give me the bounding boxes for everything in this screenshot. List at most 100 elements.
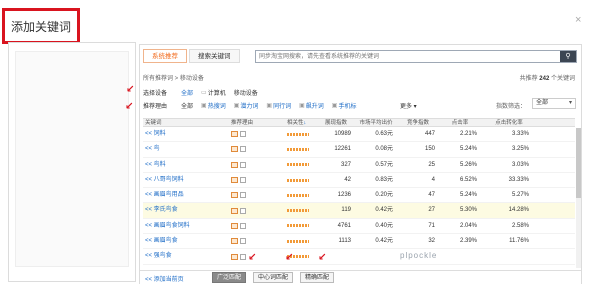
relevance-bar [287,224,309,228]
scrollbar-thumb[interactable] [576,128,581,198]
keyword-recommend-panel: 系统推荐 搜索关键词 ⚲ 所有推荐词 > 移动设备 共推荐 242 个关键词 选… [139,44,582,284]
keyword-cell[interactable]: << 画眉鸟食饲料 [143,219,231,233]
table-row[interactable]: << 饲料 10989 0.63元 447 2.21% 3.33% [143,127,575,143]
keyword-cell[interactable]: << 强鸟食 [143,249,231,263]
ctr-cell: 2.39% [459,238,477,245]
reason-option-peer[interactable]: 同行词 [273,101,291,110]
pv-index-cell: 1113 [338,238,351,245]
reason-option-all[interactable]: 全部 [181,101,193,110]
hot-badge-icon [231,207,238,214]
search-input[interactable] [256,51,560,62]
checkbox-icon[interactable]: ▣ [234,102,240,109]
avg-bid-cell: 0.83元 [375,176,393,183]
checkbox-icon[interactable]: ▣ [299,102,305,109]
reason-option-potential[interactable]: 潜力词 [240,101,258,110]
table-row[interactable]: << 画眉鸟用品 1236 0.20元 47 5.24% 5.27% [143,188,575,204]
relevance-bar [287,178,309,182]
broad-match-button[interactable]: 广泛匹配 [212,272,247,283]
annotation-arrow: ↙ [126,84,135,95]
index-filter-select[interactable]: 全部 ▾ [532,98,576,109]
device-option-mobile[interactable]: 移动设备 [234,88,258,97]
keyword-cell[interactable]: << 八哥鸟饲料 [143,173,231,187]
mobile-icon [240,238,246,245]
cvr-cell: 2.58% [511,222,529,229]
total-count: 共推荐 242 个关键词 [520,73,575,82]
relevance-bar [287,132,309,136]
table-row[interactable]: << 鸟料 327 0.57元 25 5.26% 3.03% [143,158,575,173]
ctr-cell: 5.30% [459,207,477,214]
table-scrollbar[interactable] [576,128,581,268]
ctr-cell: 5.24% [459,146,477,153]
table-header: 关键词 推荐理由 相关性 ↓ 展现指数 市场平均出价 竞争指数 点击率 点击转化率 [143,118,575,127]
table-row[interactable]: << 强鸟食 [143,249,575,265]
table-row[interactable]: << 八哥鸟饲料 42 0.83元 4 6.52% 33.33% [143,173,575,189]
device-option-all[interactable]: 全部 [181,88,193,97]
total-suffix: 个关键词 [550,76,575,82]
ctr-cell: 6.52% [459,176,477,183]
device-filter: 选择设备 全部 ▭ 计算机 移动设备 [143,88,266,97]
checkbox-icon[interactable]: ▣ [201,102,207,109]
avg-bid-cell: 0.42元 [375,207,393,214]
avg-bid-cell: 0.57元 [375,161,393,168]
table-row[interactable]: << 画眉鸟食饲料 4761 0.40元 71 2.04% 2.58% [143,219,575,235]
table-row[interactable]: << 画眉鸟食 1113 0.42元 32 2.39% 11.76% [143,234,575,250]
col-ctr[interactable]: 点击率 [439,119,481,126]
keyword-cell[interactable]: << 李氏鸟食 [143,203,231,217]
cvr-cell [481,249,537,263]
exact-match-button[interactable]: 精确匹配 [300,272,335,283]
search-icon[interactable]: ⚲ [560,51,576,62]
index-filter-label: 指数筛选： [496,104,527,110]
mobile-icon [240,177,246,184]
competition-cell: 47 [428,192,435,199]
col-pv-index[interactable]: 展现指数 [317,119,355,126]
keyword-cell[interactable]: << 饲料 [143,127,231,141]
hot-badge-icon [231,222,238,229]
table-footer: << 添加当前页 广泛匹配 中心词匹配 精确匹配 [140,270,581,284]
mobile-icon [240,192,246,199]
competition-cell: 25 [428,161,435,168]
keyword-cell[interactable]: << 画眉鸟食 [143,234,231,248]
checkbox-icon[interactable]: ▣ [332,102,338,109]
keyword-cell[interactable]: << 画眉鸟用品 [143,188,231,202]
table-row[interactable]: << 鸟 12261 0.08元 150 5.24% 3.25% [143,142,575,158]
col-cvr[interactable]: 点击转化率 [481,119,537,126]
tab-system-recommend[interactable]: 系统推荐 [143,49,187,63]
watermark: plpockle [400,251,438,260]
device-option-pc[interactable]: 计算机 [208,88,226,97]
checkbox-icon[interactable]: ▣ [266,102,272,109]
reason-option-mobile[interactable]: 手机标 [338,101,356,110]
annotation-arrow: ↙ [318,252,327,263]
add-current-page-link[interactable]: << 添加当前页 [145,274,184,283]
reason-cell [231,142,287,156]
keyword-search-box: ⚲ [255,50,577,63]
reason-option-rising[interactable]: 飙升词 [306,101,324,110]
annotation-arrow: ↙ [248,252,257,263]
relevance-bar [287,239,309,243]
relevance-bar [287,193,309,197]
col-relevance-label: 相关性 [287,119,304,126]
selected-keywords-panel [8,42,136,282]
relevance-cell [287,203,317,217]
tab-search-keyword[interactable]: 搜索关键词 [189,49,240,63]
relevance-bar [287,209,309,213]
cvr-cell: 3.25% [511,146,529,153]
more-filters-button[interactable]: 更多 ▾ [400,101,417,110]
keyword-cell[interactable]: << 鸟 [143,142,231,156]
reason-cell [231,158,287,172]
keyword-cell[interactable]: << 鸟料 [143,158,231,172]
ctr-cell: 5.26% [459,161,477,168]
phrase-match-button[interactable]: 中心词匹配 [253,272,294,283]
relevance-cell [287,234,317,248]
col-competition[interactable]: 竞争指数 [397,119,439,126]
reason-cell [231,173,287,187]
pv-index-cell: 12261 [334,146,351,153]
col-avg-bid[interactable]: 市场平均出价 [355,119,397,126]
col-relevance[interactable]: 相关性 ↓ [287,119,317,126]
pv-index-cell: 4761 [337,222,351,229]
reason-cell [231,188,287,202]
table-row[interactable]: << 李氏鸟食 119 0.42元 27 5.30% 14.28% [143,203,575,219]
selected-keywords-list[interactable] [15,51,129,267]
reason-option-hot[interactable]: 热搜词 [208,101,226,110]
avg-bid-cell: 0.63元 [375,131,393,137]
close-icon[interactable]: × [575,14,581,26]
